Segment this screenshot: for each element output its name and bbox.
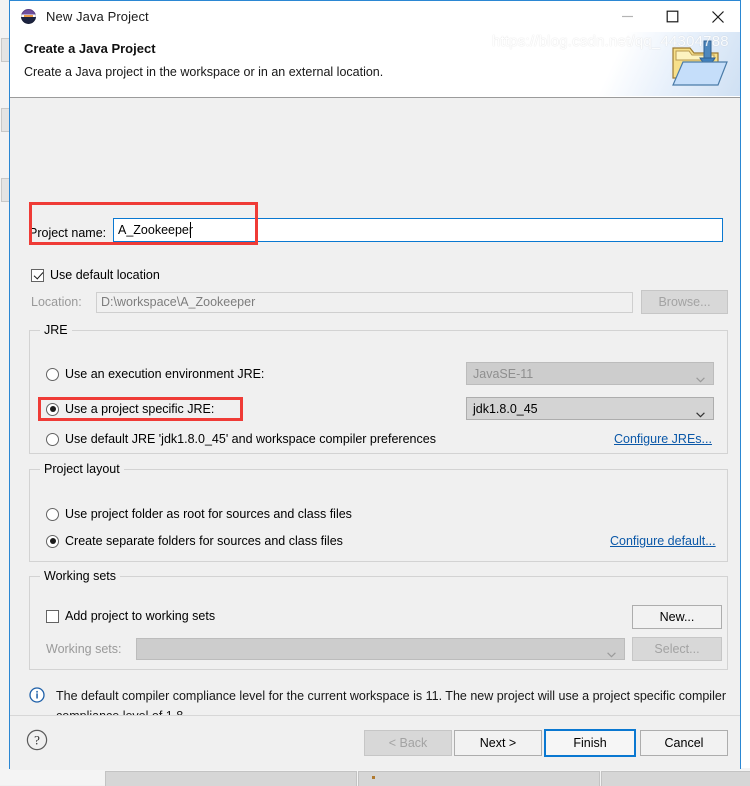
working-sets-group-title: Working sets [40, 569, 121, 583]
background-panel [358, 771, 600, 786]
new-working-set-button[interactable]: New... [632, 605, 722, 629]
layout-option-project-folder-root[interactable]: Use project folder as root for sources a… [46, 507, 352, 521]
execution-environment-combo[interactable]: JavaSE-11 [466, 362, 714, 385]
use-default-location-label: Use default location [50, 268, 160, 282]
chevron-down-icon [696, 407, 705, 421]
new-java-project-dialog: New Java Project Create a Java Project C… [9, 0, 741, 770]
back-button[interactable]: < Back [364, 730, 452, 756]
execution-environment-value: JavaSE-11 [473, 366, 534, 381]
next-button[interactable]: Next > [454, 730, 542, 756]
dialog-header: Create a Java Project Create a Java proj… [10, 32, 740, 98]
use-default-location-checkbox[interactable]: Use default location [31, 268, 160, 282]
select-working-set-button[interactable]: Select... [632, 637, 722, 661]
checkbox-glyph [31, 268, 44, 282]
add-project-to-working-sets-label: Add project to working sets [65, 609, 216, 623]
layout-option-separate-folders[interactable]: Create separate folders for sources and … [46, 534, 343, 548]
radio-glyph [46, 402, 59, 416]
page-title: Create a Java Project [24, 41, 156, 56]
project-layout-group-title: Project layout [40, 462, 124, 476]
chevron-down-icon [696, 372, 705, 386]
page-subtitle: Create a Java project in the workspace o… [24, 65, 384, 79]
project-specific-jre-combo[interactable]: jdk1.8.0_45 [466, 397, 714, 420]
add-project-to-working-sets-checkbox[interactable]: Add project to working sets [46, 609, 215, 623]
layout-option-label: Create separate folders for sources and … [65, 534, 343, 548]
radio-glyph [46, 507, 59, 521]
window-title: New Java Project [46, 9, 149, 24]
dialog-body: Project name: Use default location Locat… [10, 98, 740, 723]
minimize-icon[interactable] [605, 1, 650, 32]
browse-button[interactable]: Browse... [641, 290, 728, 314]
close-icon[interactable] [695, 1, 740, 32]
project-specific-jre-value: jdk1.8.0_45 [473, 401, 538, 416]
background-panel [601, 771, 750, 786]
configure-jres-link[interactable]: Configure JREs... [614, 432, 712, 446]
java-project-folder-icon [670, 38, 728, 92]
text-caret [190, 222, 191, 238]
jre-option-label: Use a project specific JRE: [65, 402, 215, 416]
dialog-footer: ? < Back Next > Finish Cancel [10, 715, 740, 770]
radio-glyph [46, 432, 59, 446]
jre-option-execution-environment[interactable]: Use an execution environment JRE: [46, 367, 264, 381]
title-bar[interactable]: New Java Project [10, 1, 740, 32]
jre-option-label: Use default JRE 'jdk1.8.0_45' and worksp… [65, 432, 436, 446]
cancel-button[interactable]: Cancel [640, 730, 728, 756]
location-input[interactable]: D:\workspace\A_Zookeeper [96, 292, 633, 313]
jre-option-project-specific[interactable]: Use a project specific JRE: [46, 402, 214, 416]
jre-group-title: JRE [40, 323, 72, 337]
location-label: Location: [31, 295, 82, 309]
configure-default-link[interactable]: Configure default... [610, 534, 716, 548]
java-logo-icon [21, 8, 37, 25]
info-icon [29, 687, 45, 703]
radio-glyph [46, 367, 59, 381]
working-sets-combo[interactable] [136, 638, 625, 660]
help-icon[interactable]: ? [26, 729, 48, 751]
finish-button[interactable]: Finish [544, 729, 636, 757]
jre-option-default-jre[interactable]: Use default JRE 'jdk1.8.0_45' and worksp… [46, 432, 436, 446]
window-controls [605, 1, 740, 32]
svg-text:?: ? [34, 733, 40, 748]
maximize-icon[interactable] [650, 1, 695, 32]
background-marker [372, 776, 375, 779]
layout-option-label: Use project folder as root for sources a… [65, 507, 352, 521]
background-panel [105, 771, 357, 786]
working-sets-label: Working sets: [46, 642, 122, 656]
project-name-input[interactable] [113, 218, 723, 242]
checkbox-glyph [46, 609, 59, 623]
project-name-label: Project name: [29, 226, 107, 240]
radio-glyph [46, 534, 59, 548]
chevron-down-icon [607, 647, 616, 661]
jre-option-label: Use an execution environment JRE: [65, 367, 265, 381]
